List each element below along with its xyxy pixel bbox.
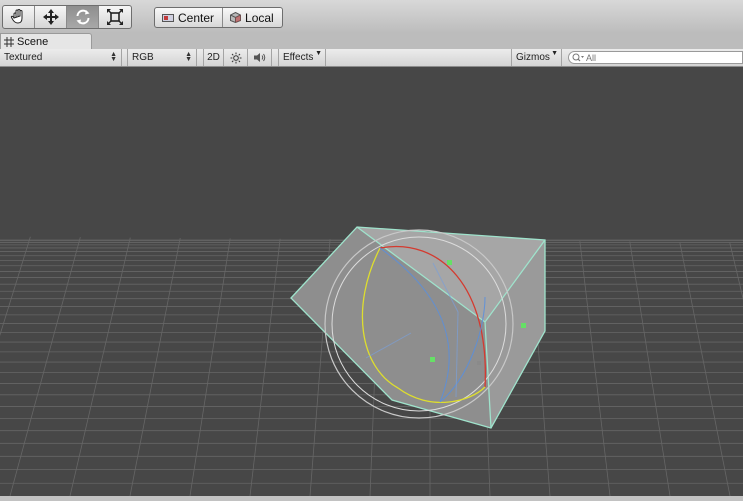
local-cube-icon bbox=[230, 12, 242, 23]
move-tool-button[interactable] bbox=[35, 6, 67, 28]
sun-icon bbox=[230, 52, 241, 63]
tab-row: Scene bbox=[0, 32, 743, 50]
effects-dropdown[interactable]: Effects ▼ bbox=[278, 49, 326, 66]
effects-label: Effects bbox=[283, 52, 314, 63]
speaker-icon bbox=[253, 53, 265, 62]
scene-control-bar: Textured ▲ ▼ RGB ▲ ▼ 2D Effects ▼ Gizmos ▼ bbox=[0, 49, 743, 67]
grid-line bbox=[679, 241, 731, 497]
hand-icon bbox=[10, 9, 22, 24]
toggle-2d-button[interactable]: 2D bbox=[203, 49, 224, 66]
scale-icon bbox=[107, 9, 123, 25]
toggle-2d-label: 2D bbox=[207, 52, 220, 63]
pivot-local-button[interactable]: Local bbox=[222, 8, 282, 27]
main-toolbar: Center Local bbox=[0, 0, 743, 32]
rotate-icon bbox=[76, 9, 89, 25]
rotation-handle[interactable] bbox=[430, 357, 435, 362]
dropdown-arrows-icon: ▲ ▼ bbox=[110, 51, 117, 63]
draw-mode-dropdown[interactable]: Textured ▲ ▼ bbox=[0, 49, 122, 66]
render-mode-dropdown[interactable]: RGB ▲ ▼ bbox=[127, 49, 197, 66]
pivot-center-button[interactable]: Center bbox=[155, 8, 222, 27]
grid-line bbox=[729, 242, 743, 300]
grid-line bbox=[129, 237, 181, 497]
dropdown-arrows-icon: ▲ ▼ bbox=[185, 51, 192, 63]
lighting-toggle-button[interactable] bbox=[224, 49, 248, 66]
pivot-center-icon bbox=[162, 13, 174, 22]
dropdown-arrow-icon: ▼ bbox=[315, 50, 322, 57]
grid-line bbox=[0, 236, 31, 337]
search-icon bbox=[572, 53, 584, 62]
draw-mode-label: Textured bbox=[4, 52, 43, 63]
rotation-handle[interactable] bbox=[521, 323, 526, 328]
gizmos-dropdown[interactable]: Gizmos ▼ bbox=[511, 49, 562, 66]
search-field[interactable] bbox=[568, 51, 743, 64]
scene-canvas[interactable] bbox=[0, 67, 743, 497]
scale-tool-button[interactable] bbox=[99, 6, 131, 28]
rotation-handle[interactable] bbox=[447, 260, 452, 265]
pivot-toggle-group: Center Local bbox=[154, 7, 283, 28]
grid-line bbox=[69, 237, 131, 497]
tab-scene-label: Scene bbox=[17, 35, 49, 48]
selected-cube[interactable] bbox=[290, 226, 546, 429]
gizmos-label: Gizmos bbox=[516, 52, 550, 63]
hand-tool-button[interactable] bbox=[3, 6, 35, 28]
grid-line bbox=[189, 238, 231, 497]
tab-scene[interactable]: Scene bbox=[0, 33, 92, 49]
audio-toggle-button[interactable] bbox=[248, 49, 272, 66]
pivot-local-label: Local bbox=[245, 10, 274, 25]
pivot-center-label: Center bbox=[178, 10, 215, 25]
grid-line bbox=[579, 241, 611, 497]
search-input[interactable] bbox=[586, 52, 736, 63]
grid-line bbox=[629, 241, 671, 497]
transform-tools bbox=[2, 5, 132, 29]
scene-viewport[interactable] bbox=[0, 67, 743, 497]
scene-grid-icon bbox=[4, 36, 14, 47]
move-icon bbox=[42, 9, 59, 25]
rotation-handle[interactable] bbox=[477, 361, 481, 365]
rotate-tool-button[interactable] bbox=[67, 6, 99, 28]
render-mode-label: RGB bbox=[132, 52, 154, 63]
dropdown-arrow-icon: ▼ bbox=[551, 50, 558, 57]
grid-line bbox=[9, 237, 81, 497]
